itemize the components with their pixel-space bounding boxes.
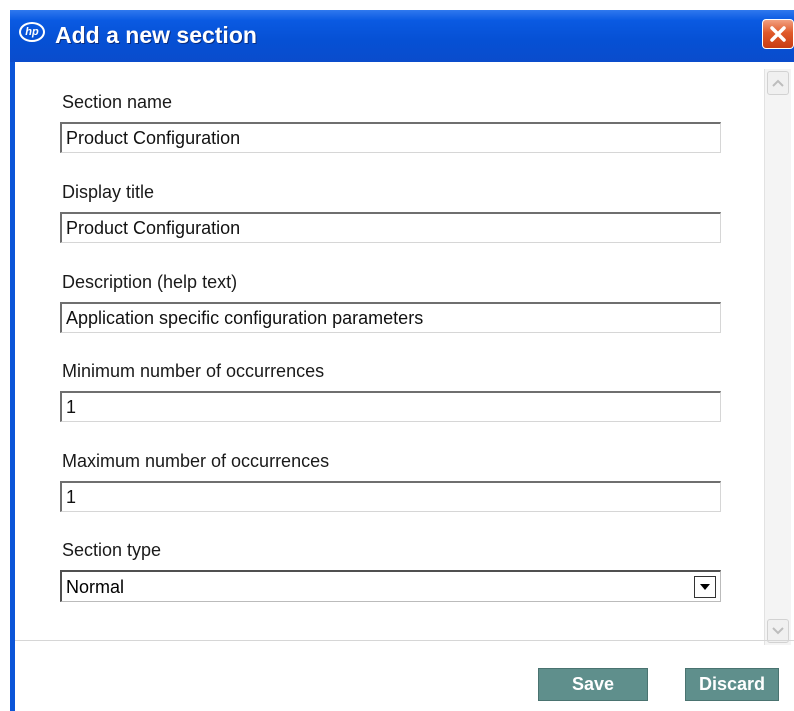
vertical-scrollbar[interactable] bbox=[764, 69, 791, 645]
max-occurrences-label: Maximum number of occurrences bbox=[62, 451, 330, 471]
description-label: Description (help text) bbox=[62, 272, 238, 292]
title-bar[interactable]: hp Add a new section bbox=[10, 10, 794, 62]
section-name-label: Section name bbox=[62, 92, 173, 112]
display-title-input[interactable]: Product Configuration bbox=[60, 212, 721, 243]
min-occurrences-input[interactable]: 1 bbox=[60, 391, 721, 422]
discard-button[interactable]: Discard bbox=[685, 668, 779, 701]
chevron-up-icon bbox=[772, 79, 784, 87]
display-title-label: Display title bbox=[62, 182, 155, 202]
section-type-select[interactable]: Normal bbox=[60, 570, 721, 602]
close-icon bbox=[770, 26, 786, 42]
scroll-up-button[interactable] bbox=[767, 71, 789, 95]
section-type-label: Section type bbox=[62, 540, 162, 560]
close-button[interactable] bbox=[762, 19, 794, 49]
section-name-input[interactable]: Product Configuration bbox=[60, 122, 721, 153]
chevron-down-icon bbox=[772, 627, 784, 635]
dropdown-button[interactable] bbox=[694, 576, 716, 598]
min-occurrences-label: Minimum number of occurrences bbox=[62, 361, 325, 381]
max-occurrences-input[interactable]: 1 bbox=[60, 481, 721, 512]
dialog-title: Add a new section bbox=[55, 22, 257, 48]
dialog-window: hp Add a new section Section name Produc… bbox=[10, 10, 794, 711]
chevron-down-icon bbox=[700, 584, 710, 590]
footer-divider bbox=[15, 640, 794, 641]
dialog-body: Section name Product Configuration Displ… bbox=[15, 62, 794, 711]
description-input[interactable]: Application specific configuration param… bbox=[60, 302, 721, 333]
section-type-value: Normal bbox=[66, 577, 125, 597]
form-area: Section name Product Configuration Displ… bbox=[15, 62, 764, 640]
hp-logo-icon: hp bbox=[19, 22, 45, 42]
save-button[interactable]: Save bbox=[538, 668, 648, 701]
